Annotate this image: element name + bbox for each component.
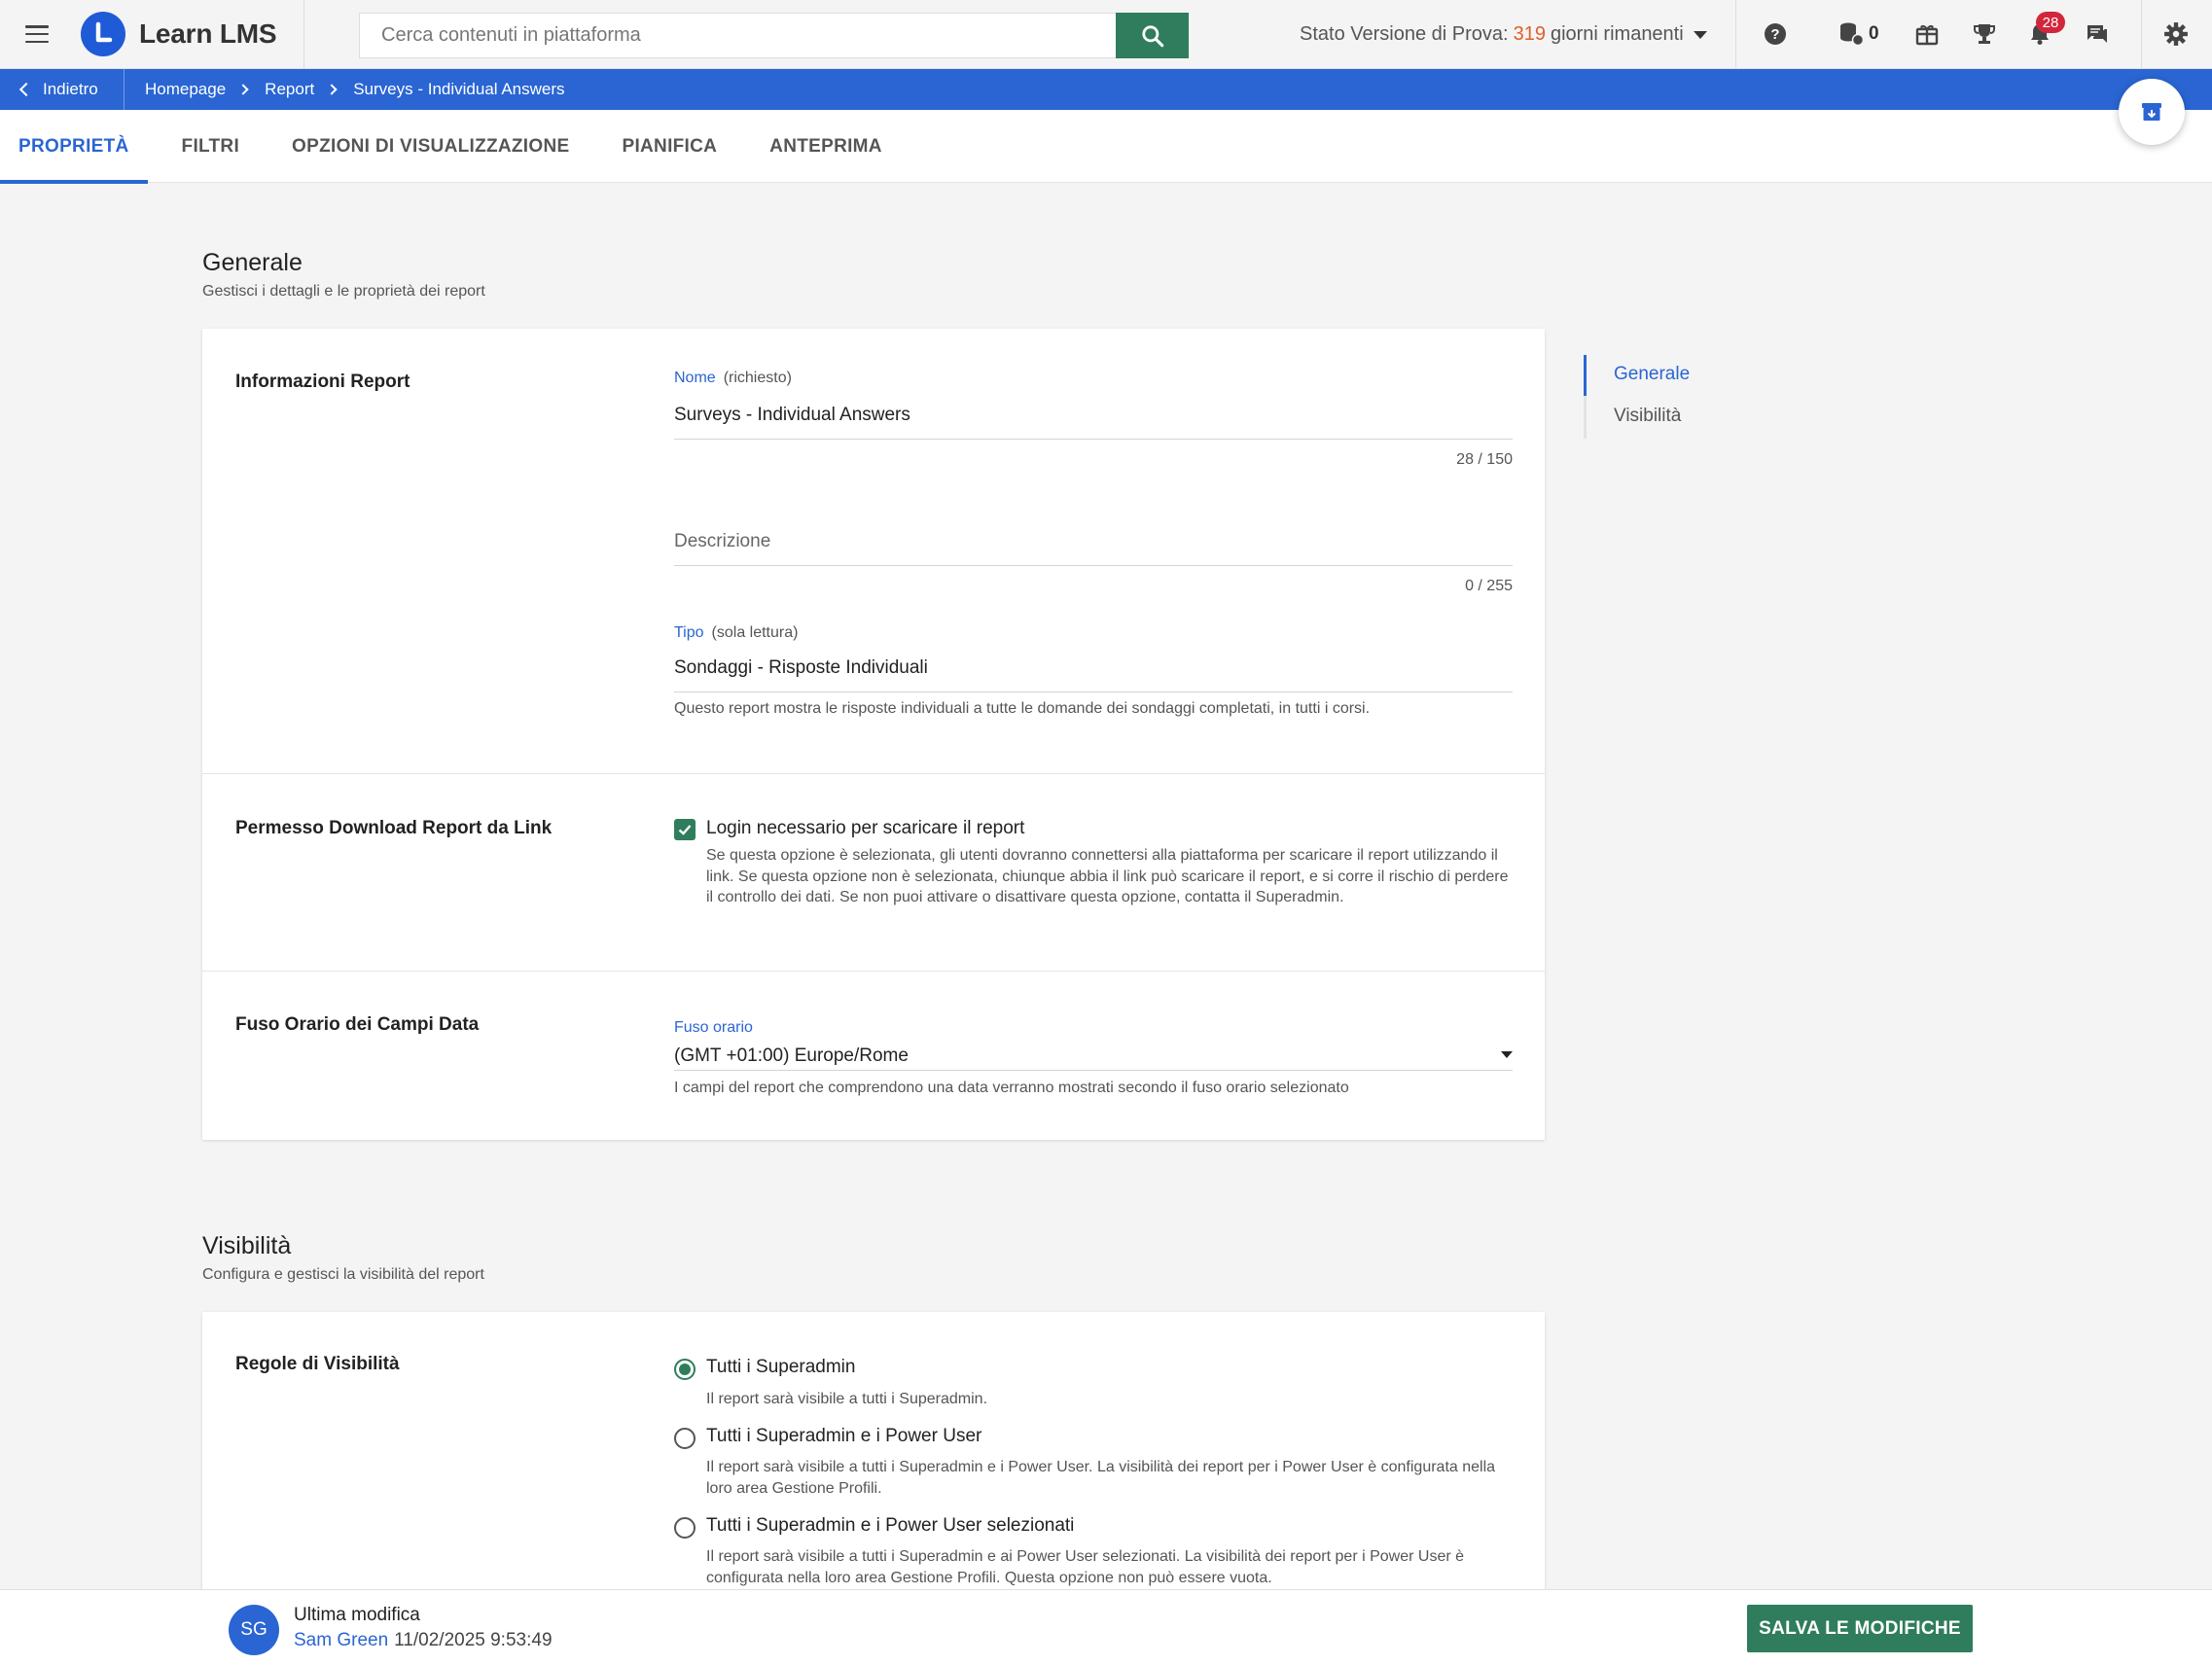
- timezone-select[interactable]: (GMT +01:00) Europe/Rome: [674, 1045, 909, 1067]
- tab-opzioni-visualizzazione[interactable]: OPZIONI DI VISUALIZZAZIONE: [273, 110, 588, 183]
- option-all-superadmin-desc: Il report sarà visibile a tutti i Supera…: [706, 1391, 988, 1407]
- last-modified-timestamp: 11/02/2025 9:53:49: [394, 1630, 553, 1650]
- back-button[interactable]: Indietro: [0, 69, 125, 110]
- archive-button[interactable]: [2119, 79, 2185, 145]
- description-field[interactable]: Descrizione: [674, 531, 770, 552]
- timezone-help-text: I campi del report che comprendono una d…: [674, 1080, 1349, 1096]
- option-superadmin-power-user-desc: Il report sarà visibile a tutti i Supera…: [706, 1459, 1496, 1497]
- type-hint: (sola lettura): [711, 624, 799, 641]
- tab-pianifica[interactable]: PIANIFICA: [603, 110, 735, 183]
- trial-status[interactable]: Stato Versione di Prova: 319 giorni rima…: [1300, 0, 1707, 69]
- download-permission-label: Permesso Download Report da Link: [235, 818, 553, 838]
- app-name: Learn LMS: [139, 18, 277, 49]
- search-button[interactable]: [1116, 13, 1189, 58]
- name-counter: 28 / 150: [1456, 451, 1513, 468]
- chevron-right-icon: [326, 84, 338, 95]
- type-field: Sondaggi - Risposte Individuali: [674, 657, 928, 678]
- breadcrumb-homepage[interactable]: Homepage: [145, 80, 226, 99]
- login-required-checkbox[interactable]: [674, 819, 696, 840]
- visibility-card: Regole di Visibilità Tutti i Superadmin …: [202, 1312, 1545, 1594]
- last-modified-meta: Sam Green 11/02/2025 9:53:49: [294, 1630, 553, 1651]
- tab-proprieta[interactable]: PROPRIETÀ: [0, 110, 148, 184]
- side-nav-generale[interactable]: Generale: [1614, 364, 1690, 385]
- divider: [202, 971, 1545, 972]
- description-counter: 0 / 255: [1465, 578, 1513, 594]
- login-required-label[interactable]: Login necessario per scaricare il report: [706, 818, 1024, 839]
- option-selected-power-user-desc: Il report sarà visibile a tutti i Supera…: [706, 1548, 1465, 1586]
- description-field-underline: [674, 565, 1513, 566]
- name-field-label: Nome (richiesto): [674, 370, 792, 387]
- breadcrumb-current: Surveys - Individual Answers: [353, 80, 565, 98]
- breadcrumb: Indietro Homepage Report Surveys - Indiv…: [0, 69, 2212, 110]
- chevron-left-icon: [18, 82, 34, 97]
- chevron-right-icon: [237, 84, 249, 95]
- search-icon: [1141, 24, 1163, 47]
- side-nav-indicator: [1584, 355, 1587, 396]
- section-subtitle-visibilita: Configura e gestisci la visibilità del r…: [202, 1266, 484, 1283]
- visibility-rules-label: Regole di Visibilità: [235, 1354, 400, 1374]
- name-field[interactable]: Surveys - Individual Answers: [674, 405, 910, 426]
- save-button[interactable]: SALVA LE MODIFICHE: [1747, 1605, 1973, 1652]
- footer-bar: SG Ultima modifica Sam Green 11/02/2025 9…: [0, 1589, 2212, 1665]
- option-superadmin-power-user-label[interactable]: Tutti i Superadmin e i Power User: [706, 1426, 981, 1447]
- report-info-label: Informazioni Report: [235, 372, 410, 392]
- divider: [1735, 0, 1736, 69]
- chat-icon[interactable]: [2083, 19, 2112, 49]
- option-selected-power-user-label[interactable]: Tutti i Superadmin e i Power User selezi…: [706, 1515, 1074, 1537]
- side-nav-visibilita[interactable]: Visibilità: [1614, 406, 1681, 427]
- notifications-badge: 28: [2036, 12, 2065, 33]
- archive-icon: [2142, 103, 2161, 121]
- section-title-visibilita: Visibilità: [202, 1232, 292, 1259]
- general-card: Informazioni Report Nome (richiesto) Surv…: [202, 329, 1545, 1140]
- caret-down-icon[interactable]: [1501, 1051, 1513, 1058]
- coins-icon[interactable]: [1837, 19, 1866, 49]
- timezone-select-underline: [674, 1070, 1513, 1071]
- coins-count: 0: [1869, 23, 1879, 44]
- help-icon[interactable]: ?: [1761, 19, 1790, 49]
- type-label: Tipo: [674, 624, 704, 641]
- trial-days: 319: [1513, 23, 1546, 45]
- logo-icon: [81, 12, 125, 56]
- section-title-generale: Generale: [202, 249, 303, 276]
- tab-anteprima[interactable]: ANTEPRIMA: [751, 110, 901, 183]
- option-all-superadmin-label[interactable]: Tutti i Superadmin: [706, 1357, 855, 1378]
- menu-button[interactable]: [0, 0, 73, 69]
- type-field-label: Tipo (sola lettura): [674, 624, 798, 642]
- timezone-row-label: Fuso Orario dei Campi Data: [235, 1014, 480, 1035]
- gift-icon[interactable]: [1912, 19, 1942, 49]
- radio-superadmin-power-user[interactable]: [674, 1428, 696, 1449]
- name-hint: (richiesto): [723, 370, 792, 386]
- menu-icon: [24, 25, 49, 43]
- divider: [202, 773, 1545, 774]
- radio-all-superadmin[interactable]: [674, 1359, 696, 1380]
- name-label: Nome: [674, 370, 716, 386]
- name-field-underline: [674, 439, 1513, 440]
- type-field-underline: [674, 691, 1513, 692]
- trophy-icon[interactable]: [1970, 19, 1999, 49]
- type-help-text: Questo report mostra le risposte individ…: [674, 700, 1371, 717]
- back-label: Indietro: [43, 80, 98, 98]
- radio-selected-power-user[interactable]: [674, 1517, 696, 1539]
- trial-prefix: Stato Versione di Prova:: [1300, 23, 1509, 45]
- divider: [2141, 0, 2142, 69]
- check-icon: [678, 825, 692, 835]
- caret-down-icon: [1693, 30, 1707, 39]
- search-bar: [359, 13, 1189, 58]
- svg-text:?: ?: [1770, 26, 1779, 43]
- timezone-label: Fuso orario: [674, 1019, 753, 1036]
- trial-suffix: giorni rimanenti: [1550, 23, 1684, 45]
- tab-filtri[interactable]: FILTRI: [163, 110, 259, 183]
- gear-icon[interactable]: [2161, 19, 2191, 49]
- avatar: SG: [229, 1605, 279, 1655]
- last-modified-user[interactable]: Sam Green: [294, 1630, 388, 1650]
- section-subtitle-generale: Gestisci i dettagli e le proprietà dei r…: [202, 283, 485, 300]
- last-modified-title: Ultima modifica: [294, 1605, 420, 1625]
- breadcrumb-report[interactable]: Report: [265, 80, 314, 99]
- login-required-description: Se questa opzione è selezionata, gli ute…: [706, 847, 1509, 905]
- app-logo[interactable]: Learn LMS: [73, 0, 304, 69]
- search-input[interactable]: [359, 13, 1116, 58]
- tab-bar: PROPRIETÀ FILTRI OPZIONI DI VISUALIZZAZI…: [0, 110, 2212, 184]
